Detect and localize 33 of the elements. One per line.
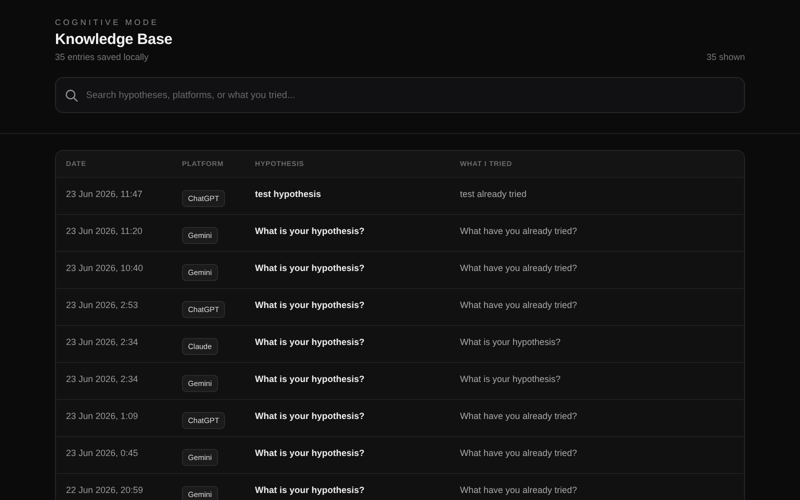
tried-cell-text: What have you already tried? (460, 485, 578, 495)
tried-cell-text: What have you already tried? (460, 263, 578, 273)
tried-cell-text: What have you already tried? (460, 448, 578, 458)
tried-cell-text: What is your hypothesis? (460, 337, 562, 347)
hypothesis-cell-text: What is your hypothesis? (255, 411, 366, 421)
date-cell-text: 23 Jun 2026, 10:40 (66, 263, 144, 273)
date-cell-text: 23 Jun 2026, 11:47 (66, 189, 144, 199)
hypothesis-cell-text: What is your hypothesis? (255, 448, 366, 458)
hypothesis-cell-text: What is your hypothesis? (255, 300, 366, 310)
page-title: Knowledge Base (55, 31, 174, 48)
date-cell-text: 23 Jun 2026, 0:45 (66, 448, 140, 458)
hypothesis-cell-text: What is your hypothesis? (255, 337, 366, 347)
hypothesis-cell-text: What is your hypothesis? (255, 226, 366, 236)
hypothesis-cell-text: What is your hypothesis? (255, 263, 366, 273)
search-icon (65, 89, 78, 102)
tried-cell-text: test already tried (460, 189, 528, 199)
eyebrow-label: COGNITIVE MODE (55, 18, 160, 27)
entry-count-text: 35 entries saved locally (55, 52, 149, 62)
shown-count-text: 35 shown (706, 52, 745, 62)
date-cell-text: 23 Jun 2026, 2:34 (66, 374, 140, 384)
search-field[interactable]: Search hypotheses, platforms, or what you tried... (55, 77, 745, 113)
date-cell-text: 22 Jun 2026, 20:59 (66, 485, 144, 495)
hypothesis-cell-text: What is your hypothesis? (255, 374, 366, 384)
tried-cell-text: What have you already tried? (460, 411, 578, 421)
tried-cell-text: What have you already tried? (460, 300, 578, 310)
date-cell-text: 23 Jun 2026, 2:34 (66, 337, 140, 347)
hypothesis-cell-text: What is your hypothesis? (255, 485, 366, 495)
hypothesis-cell-text: test hypothesis (255, 189, 322, 199)
date-cell-text: 23 Jun 2026, 1:09 (66, 411, 140, 421)
tried-cell-text: What have you already tried? (460, 226, 578, 236)
date-cell-text: 23 Jun 2026, 2:53 (66, 300, 140, 310)
date-cell-text: 23 Jun 2026, 11:20 (66, 226, 144, 236)
tried-cell-text: What is your hypothesis? (460, 374, 562, 384)
